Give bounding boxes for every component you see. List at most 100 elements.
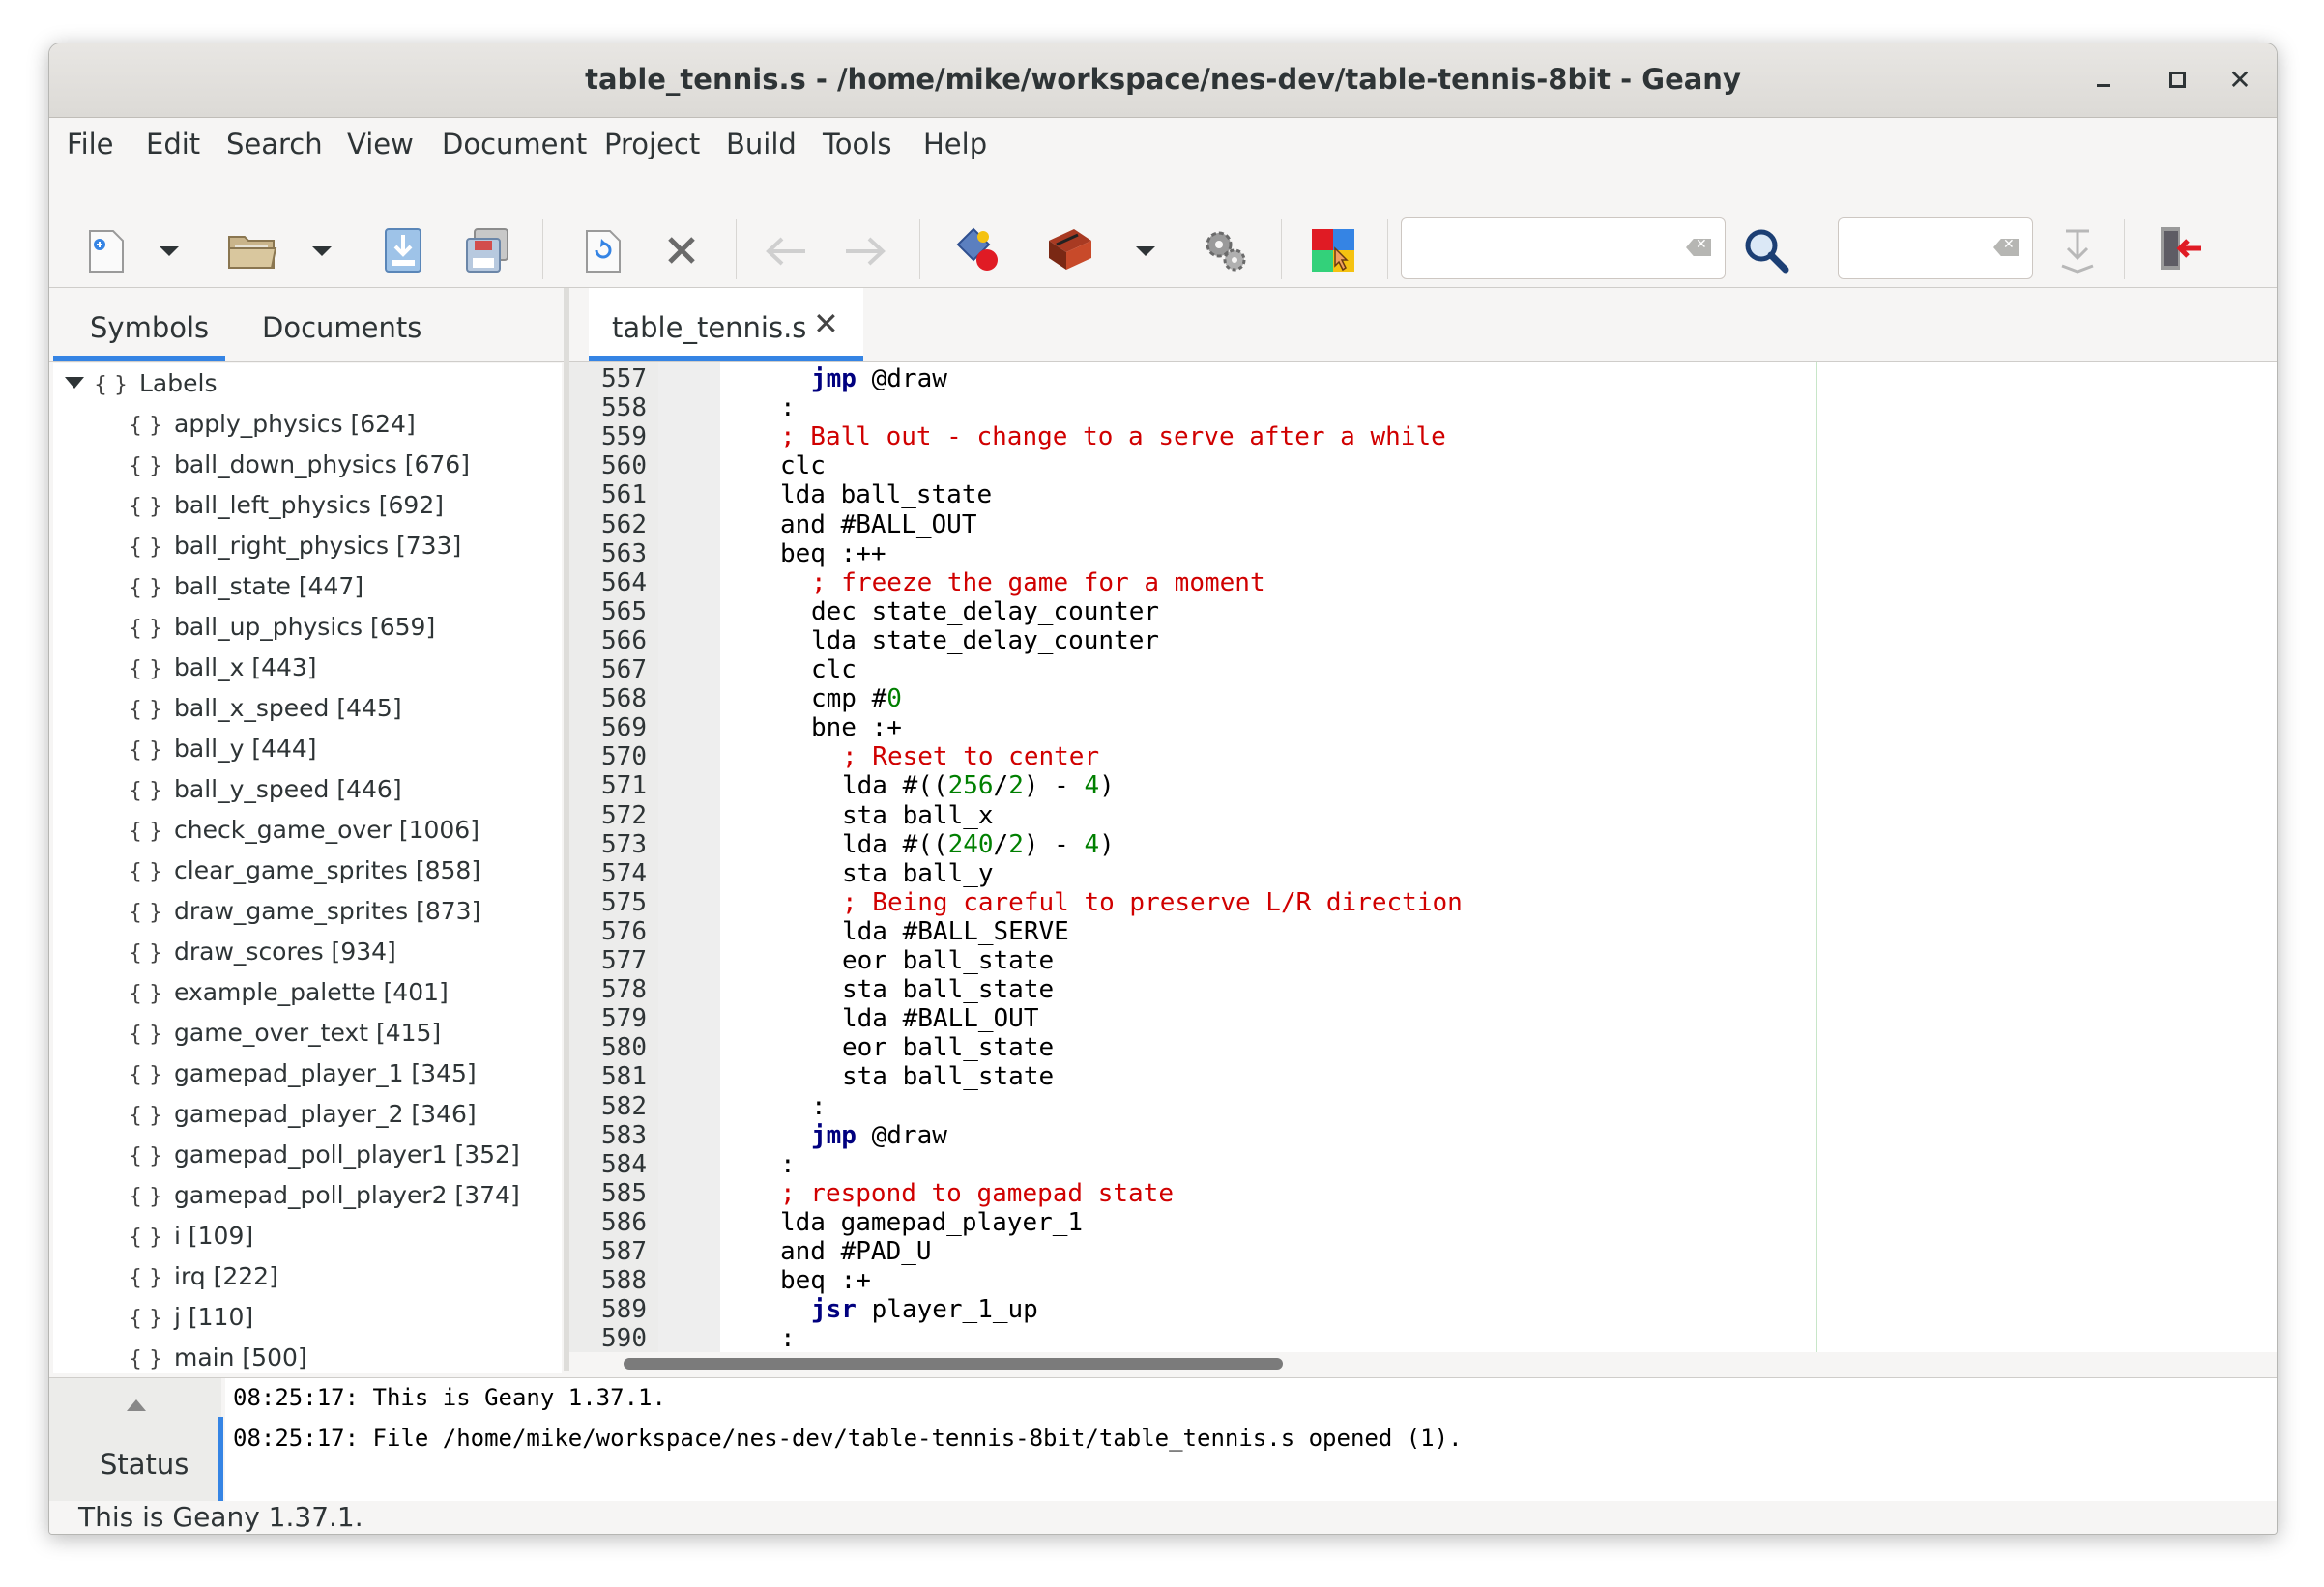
status-messages[interactable]: 08:25:17: This is Geany 1.37.1. 08:25:17… (225, 1378, 2277, 1502)
save-file-icon[interactable] (384, 227, 422, 275)
line-number: 562 (601, 509, 647, 539)
navigate-forward-icon[interactable] (842, 235, 886, 283)
new-file-dropdown-icon[interactable] (160, 246, 179, 256)
tree-item-label: ball_y_speed [446] (174, 775, 402, 803)
code-line[interactable]: jmp @draw (811, 1121, 947, 1150)
compile-icon[interactable] (954, 225, 1002, 274)
clear-goto-icon[interactable] (1993, 239, 2019, 256)
color-chooser-icon[interactable] (1310, 227, 1356, 275)
code-line[interactable]: jmp @draw (811, 364, 947, 393)
menu-tools[interactable]: Tools (823, 128, 891, 160)
code-line[interactable]: lda #BALL_SERVE (842, 917, 1069, 946)
menu-project[interactable]: Project (604, 128, 700, 160)
code-line[interactable]: jsr player_1_up (811, 1295, 1038, 1324)
code-line[interactable]: ; freeze the game for a moment (811, 568, 1265, 597)
symbol-tree[interactable]: { } Labels { } apply_physics [624] { } ball_… (53, 363, 562, 1373)
execute-icon[interactable] (1202, 227, 1250, 275)
code-line[interactable]: : (780, 1324, 796, 1352)
code-line[interactable]: dec state_delay_counter (811, 597, 1159, 626)
code-line[interactable]: and #BALL_OUT (780, 510, 977, 539)
code-line[interactable]: beq :++ (780, 539, 886, 568)
code-line[interactable]: lda #((240/2) - 4) (842, 830, 1115, 859)
code-number: 2 (1008, 771, 1024, 801)
code-line[interactable]: ; Reset to center (842, 742, 1099, 771)
clear-search-icon[interactable] (1686, 239, 1711, 256)
tab-documents[interactable]: Documents (262, 311, 421, 344)
menu-file[interactable]: File (67, 128, 114, 160)
code-token: : (780, 1324, 796, 1352)
code-line[interactable]: lda gamepad_player_1 (780, 1208, 1083, 1237)
revert-icon[interactable] (581, 229, 624, 277)
menu-search[interactable]: Search (226, 128, 323, 160)
code-line[interactable]: eor ball_state (842, 946, 1054, 975)
line-number: 580 (601, 1033, 647, 1063)
code-line[interactable]: : (811, 1092, 827, 1121)
save-all-icon[interactable] (465, 227, 511, 275)
code-token: cmp # (811, 684, 887, 714)
new-file-icon[interactable] (84, 229, 127, 277)
close-tab-icon[interactable]: ✕ (813, 305, 839, 342)
menu-view[interactable]: View (347, 128, 414, 160)
code-line[interactable]: sta ball_state (842, 975, 1054, 1004)
code-token: @draw (856, 1120, 947, 1150)
sidebar-tabs: Symbols Documents (49, 288, 564, 362)
code-line[interactable]: bne :+ (811, 713, 902, 742)
code-token: / (993, 771, 1009, 801)
code-line[interactable]: ; Being careful to preserve L/R directio… (842, 888, 1463, 917)
navigate-back-icon[interactable] (765, 235, 809, 283)
fold-margin[interactable] (658, 362, 720, 1352)
minimize-button[interactable] (2089, 65, 2120, 96)
code-keyword: jmp (811, 1120, 857, 1150)
code-line[interactable]: beq :+ (780, 1266, 871, 1295)
tree-item-label: draw_game_sprites [873] (174, 897, 481, 925)
maximize-button[interactable] (2162, 65, 2193, 96)
code-line[interactable]: lda #((256/2) - 4) (842, 771, 1115, 800)
tab-table-tennis[interactable]: table_tennis.s ✕ (589, 288, 863, 361)
code-line[interactable]: lda #BALL_OUT (842, 1004, 1039, 1033)
open-file-dropdown-icon[interactable] (312, 246, 332, 256)
code-line[interactable]: sta ball_state (842, 1062, 1054, 1091)
build-dropdown-icon[interactable] (1136, 246, 1155, 256)
menu-document[interactable]: Document (442, 128, 587, 160)
code-line[interactable]: sta ball_x (842, 801, 994, 830)
code-line[interactable]: lda state_delay_counter (811, 626, 1159, 655)
code-line[interactable]: : (780, 393, 796, 422)
code-line[interactable]: sta ball_y (842, 859, 994, 888)
jump-to-line-icon[interactable] (2058, 227, 2097, 275)
code-line[interactable]: eor ball_state (842, 1033, 1054, 1062)
horizontal-scroll-thumb[interactable] (624, 1358, 1283, 1370)
code-editor[interactable]: jmp @draw:; Ball out - change to a serve… (720, 362, 2277, 1352)
code-line[interactable]: : (780, 1150, 796, 1179)
code-line[interactable]: lda ball_state (780, 480, 992, 509)
line-number: 558 (601, 393, 647, 423)
goto-line-input[interactable] (1838, 217, 2033, 279)
search-icon[interactable] (1743, 227, 1789, 275)
build-icon[interactable] (1045, 225, 1095, 274)
code-line[interactable]: and #PAD_U (780, 1237, 932, 1266)
code-line[interactable]: ; Ball out - change to a serve after a w… (780, 422, 1446, 451)
search-input[interactable] (1401, 217, 1726, 279)
title-bar[interactable]: table_tennis.s - /home/mike/workspace/ne… (49, 43, 2277, 118)
tab-status[interactable]: Status (100, 1448, 189, 1481)
code-line[interactable]: cmp #0 (811, 684, 902, 713)
code-line[interactable]: clc (811, 655, 857, 684)
line-number: 564 (601, 567, 647, 597)
menu-edit[interactable]: Edit (146, 128, 200, 160)
window-title: table_tennis.s - /home/mike/workspace/ne… (585, 63, 1741, 96)
code-line[interactable]: ; respond to gamepad state (780, 1179, 1174, 1208)
code-token: sta ball_state (842, 1062, 1055, 1092)
code-keyword: jmp (811, 364, 857, 393)
expander-icon[interactable] (65, 377, 84, 389)
code-line[interactable]: clc (780, 451, 826, 480)
code-token: and #PAD_U (780, 1237, 932, 1266)
quit-icon[interactable] (2155, 225, 2205, 274)
close-file-icon[interactable] (664, 233, 699, 281)
menu-build[interactable]: Build (726, 128, 797, 160)
scroll-up-icon[interactable] (127, 1399, 146, 1411)
tree-item-label: ball_y [444] (174, 735, 317, 763)
tab-symbols[interactable]: Symbols (90, 311, 209, 344)
menu-help[interactable]: Help (923, 128, 987, 160)
close-window-button[interactable]: ✕ (2224, 65, 2255, 96)
line-number: 585 (601, 1178, 647, 1208)
open-file-icon[interactable] (227, 229, 277, 277)
